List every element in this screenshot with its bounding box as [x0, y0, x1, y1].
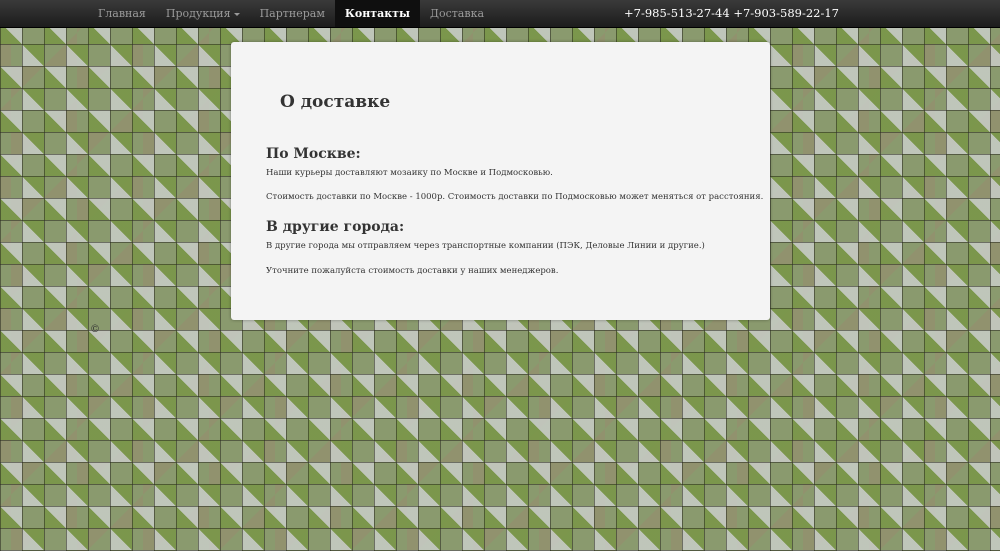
section-heading-moscow: По Москве:: [266, 146, 361, 162]
content-card: О доставке По Москве: Наши курьеры доста…: [231, 42, 770, 320]
section-text: Наши курьеры доставляют мозаику по Москв…: [266, 168, 553, 178]
nav-item-label: Главная: [98, 7, 146, 20]
section-text: Стоимость доставки по Москве - 1000р. Ст…: [266, 192, 764, 202]
section-text: В другие города мы отправляем через тран…: [266, 241, 705, 251]
chevron-down-icon: [233, 12, 240, 16]
nav-item-label: Контакты: [344, 7, 410, 20]
section-heading-other-cities: В другие города:: [266, 219, 405, 235]
main-menu: Главная Продукция Партнерам Контакты Дос…: [88, 0, 494, 27]
nav-item-label: Продукция: [165, 7, 231, 20]
phone-numbers: +7-985-513-27-44 +7-903-589-22-17: [624, 6, 839, 20]
nav-item-contacts[interactable]: Контакты: [334, 0, 420, 27]
copyright: ©: [90, 324, 100, 335]
nav-item-label: Доставка: [430, 7, 484, 20]
nav-item-home[interactable]: Главная: [88, 0, 156, 27]
nav-item-label: Партнерам: [259, 7, 325, 20]
nav-item-products[interactable]: Продукция: [156, 0, 250, 27]
nav-item-delivery[interactable]: Доставка: [420, 0, 494, 27]
nav-item-partners[interactable]: Партнерам: [250, 0, 335, 27]
top-navbar: Главная Продукция Партнерам Контакты Дос…: [0, 0, 1000, 28]
section-text: Уточните пожалуйста стоимость доставки у…: [266, 266, 559, 276]
page-title: О доставке: [280, 92, 391, 112]
